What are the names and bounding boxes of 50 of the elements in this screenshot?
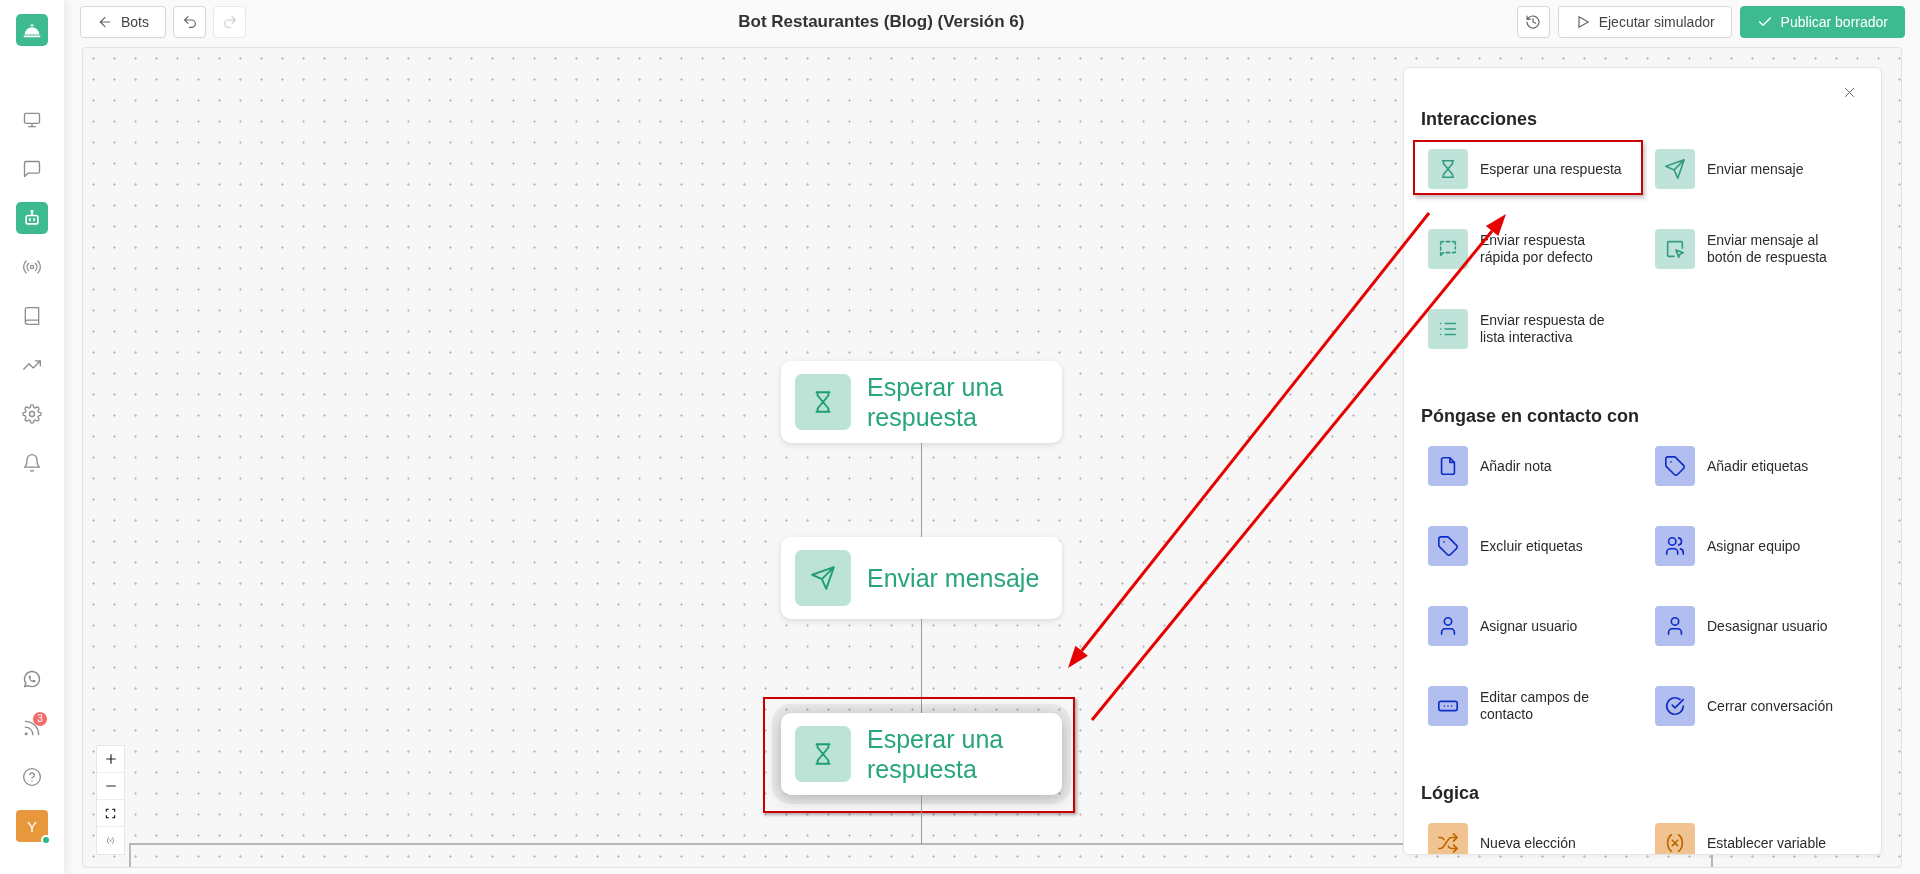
nav-item[interactable] [16, 202, 48, 234]
action-item[interactable]: Excluir etiquetas [1413, 517, 1643, 572]
section-heading: Lógica [1421, 782, 1480, 804]
action-item[interactable]: Añadir etiquetas [1640, 437, 1870, 492]
plus-icon [103, 752, 118, 766]
fullscreen-icon [105, 807, 116, 819]
monitor-icon [22, 110, 42, 130]
action-item[interactable]: Asignar usuario [1413, 597, 1643, 652]
robot-icon [22, 208, 42, 228]
help-icon [22, 767, 42, 787]
paper-plane-icon [795, 550, 851, 606]
action-item[interactable]: Editar campos de contacto [1413, 677, 1643, 732]
node-label: Enviar mensaje [867, 563, 1041, 593]
action-item[interactable]: Añadir nota [1413, 437, 1643, 492]
undo-button[interactable] [173, 6, 206, 38]
history-button[interactable] [1516, 6, 1550, 38]
action-item[interactable]: Cerrar conversación [1640, 677, 1870, 732]
arrow-left-icon [97, 14, 113, 30]
back-button[interactable]: Bots [80, 6, 166, 38]
undo-icon [181, 14, 198, 30]
section-heading: Interacciones [1421, 108, 1539, 130]
simulator-button[interactable]: Ejecutar simulador [1557, 6, 1732, 38]
book-icon [22, 306, 42, 326]
unread-count-badge: 3 [33, 712, 47, 726]
service-bell-logo-icon [16, 14, 48, 46]
close-icon [1843, 86, 1856, 99]
history-icon [1525, 14, 1542, 30]
action-item[interactable]: Enviar respuesta de lista interactiva [1413, 300, 1643, 355]
connector-line [921, 795, 922, 844]
action-item[interactable]: Enviar mensaje al botón de respuesta [1640, 220, 1870, 275]
online-status-icon [41, 835, 51, 845]
action-item[interactable]: Establecer variable [1640, 814, 1870, 854]
action-item[interactable]: Nueva elección [1413, 814, 1643, 854]
phone-bubble-icon [22, 669, 42, 689]
redo-icon [221, 14, 238, 30]
action-item[interactable]: Asignar equipo [1640, 517, 1870, 572]
section-heading: Póngase en contacto con [1421, 405, 1641, 427]
close-button[interactable] [1843, 86, 1856, 99]
bell-icon [22, 453, 42, 473]
action-item[interactable]: Esperar una respuesta [1413, 140, 1643, 195]
variable-icon [106, 836, 115, 845]
settings-icon [22, 404, 42, 424]
chat-bubble-icon [22, 159, 42, 179]
action-item[interactable]: Enviar mensaje [1640, 140, 1870, 195]
action-item[interactable]: Desasignar usuario [1640, 597, 1870, 652]
hourglass-icon [795, 726, 851, 782]
hourglass-icon [795, 374, 851, 430]
bot-title: Bot Restaurantes (Blog) (Versión 6) [737, 12, 1026, 32]
node-label: Esperar una respuesta [867, 372, 1005, 432]
node-label: Esperar una respuesta [867, 724, 1005, 784]
